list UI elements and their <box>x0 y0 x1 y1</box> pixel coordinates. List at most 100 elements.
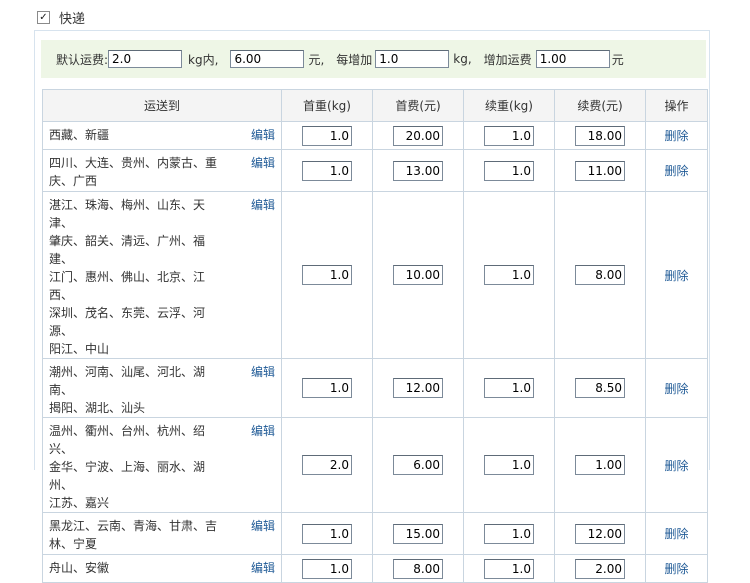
first-fee-input[interactable] <box>393 455 443 475</box>
first-fee-input[interactable] <box>393 265 443 285</box>
add-weight-cell <box>463 554 555 583</box>
region-cell: 西藏、新疆 编辑 <box>42 121 282 150</box>
each-add-label: 每增加 <box>336 52 373 67</box>
table-row: 温州、衢州、台州、杭州、绍兴、金华、宁波、上海、丽水、湖州、江苏、嘉兴 编辑删除 <box>42 417 708 513</box>
add-fee-input[interactable] <box>575 265 625 285</box>
first-weight-input[interactable] <box>302 125 352 146</box>
add-fee-input[interactable] <box>575 160 625 181</box>
add-weight-input[interactable] <box>484 160 534 181</box>
edit-link[interactable]: 编辑 <box>251 126 275 144</box>
add-weight-input[interactable] <box>484 523 534 544</box>
first-weight-input[interactable] <box>302 160 352 181</box>
express-option: ✓ 快递 <box>37 8 85 27</box>
default-add-weight-input[interactable] <box>375 50 450 68</box>
default-first-weight-input[interactable] <box>108 50 183 68</box>
add-weight-input[interactable] <box>484 558 534 579</box>
region-line: 四川、大连、贵州、内蒙古、重 <box>49 156 218 170</box>
region-line: 深圳、茂名、东莞、云浮、河源、 <box>49 306 206 338</box>
header-first-weight: 首重(kg) <box>281 89 373 122</box>
region-list: 温州、衢州、台州、杭州、绍兴、 金华、宁波、上海、丽水、湖州、 江苏、嘉兴 <box>43 418 225 512</box>
table-row: 舟山、安徽 编辑 删除 <box>42 554 708 583</box>
first-weight-input[interactable] <box>302 523 352 544</box>
region-cell: 温州、衢州、台州、杭州、绍兴、 金华、宁波、上海、丽水、湖州、 江苏、嘉兴 编辑 <box>42 417 282 513</box>
first-fee-cell <box>372 358 464 418</box>
operation-cell: 删除 <box>645 121 708 150</box>
first-weight-cell <box>281 512 373 555</box>
add-weight-input[interactable] <box>484 378 534 398</box>
shipping-rates-table: 运送到 首重(kg) 首费(元) 续重(kg) 续费(元) 操作 西藏、新疆 编辑… <box>42 89 708 583</box>
first-fee-input[interactable] <box>393 523 443 544</box>
delete-link[interactable]: 删除 <box>664 129 688 143</box>
operation-cell: 删除 <box>645 554 708 583</box>
add-weight-input[interactable] <box>484 455 534 475</box>
default-first-fee-input[interactable] <box>230 50 305 68</box>
add-weight-input[interactable] <box>484 265 534 285</box>
region-line: 湛江、珠海、梅州、山东、天津、 <box>49 198 206 230</box>
delete-link[interactable]: 删除 <box>664 269 688 283</box>
add-fee-input[interactable] <box>575 455 625 475</box>
delete-link[interactable]: 删除 <box>664 459 688 473</box>
first-fee-cell <box>372 554 464 583</box>
table-row: 湛江、珠海、梅州、山东、天津、 肇庆、韶关、清远、广州、福建、 江门、惠州、佛山、北… <box>42 191 708 359</box>
delete-link[interactable]: 删除 <box>664 562 688 576</box>
region-line: 阳江、中山 <box>49 342 110 356</box>
operation-cell: 删除 <box>645 512 708 555</box>
add-weight-input[interactable] <box>484 125 534 146</box>
first-weight-input[interactable] <box>302 558 352 579</box>
add-weight-cell <box>463 417 555 513</box>
operation-cell: 删除 <box>645 358 708 418</box>
unit-kg-within: kg内, <box>188 52 219 67</box>
region-line: 江门、惠州、佛山、北京、江西、 <box>49 270 206 302</box>
table-row: 潮州、河南、汕尾、河北、湖南、揭阳、湖北、汕头 编辑删除 <box>42 358 708 418</box>
add-fee-cell <box>554 149 646 192</box>
header-ship-to: 运送到 <box>42 89 282 122</box>
first-fee-cell <box>372 149 464 192</box>
edit-link[interactable]: 编辑 <box>251 154 275 172</box>
add-fee-input[interactable] <box>575 523 625 544</box>
first-weight-cell <box>281 191 373 359</box>
default-fee-row: 默认运费: kg内, 元, 每增加 kg, 增加运费 元 <box>41 40 706 78</box>
region-line: 江苏、嘉兴 <box>49 496 110 510</box>
edit-link[interactable]: 编辑 <box>251 422 275 440</box>
edit-link[interactable]: 编辑 <box>251 559 275 577</box>
first-weight-input[interactable] <box>302 378 352 398</box>
header-first-fee: 首费(元) <box>372 89 464 122</box>
delete-link[interactable]: 删除 <box>664 527 688 541</box>
edit-link[interactable]: 编辑 <box>251 517 275 535</box>
header-add-fee: 续费(元) <box>554 89 646 122</box>
edit-link[interactable]: 编辑 <box>251 363 275 381</box>
region-list: 湛江、珠海、梅州、山东、天津、 肇庆、韶关、清远、广州、福建、 江门、惠州、佛山、北… <box>43 192 225 358</box>
region-list: 舟山、安徽 <box>43 555 225 577</box>
region-line: 肇庆、韶关、清远、广州、福建、 <box>49 234 206 266</box>
first-weight-cell <box>281 149 373 192</box>
region-line: 金华、宁波、上海、丽水、湖州、 <box>49 460 206 492</box>
delete-link[interactable]: 删除 <box>664 382 688 396</box>
first-fee-input[interactable] <box>393 160 443 181</box>
add-weight-cell <box>463 149 555 192</box>
first-fee-input[interactable] <box>393 125 443 146</box>
add-fee-input[interactable] <box>575 558 625 579</box>
add-fee-cell <box>554 417 646 513</box>
table-row: 四川、大连、贵州、内蒙古、重庆、广西 编辑 删除 <box>42 149 708 192</box>
add-weight-cell <box>463 191 555 359</box>
edit-link[interactable]: 编辑 <box>251 196 275 214</box>
operation-cell: 删除 <box>645 149 708 192</box>
region-list: 西藏、新疆 <box>43 122 225 144</box>
first-weight-input[interactable] <box>302 265 352 285</box>
region-cell: 四川、大连、贵州、内蒙古、重 庆、广西 编辑 <box>42 149 282 192</box>
first-fee-input[interactable] <box>393 558 443 579</box>
region-line: 林、宁夏 <box>49 537 98 551</box>
add-fee-cell <box>554 358 646 418</box>
first-weight-input[interactable] <box>302 455 352 475</box>
region-line: 黑龙江、云南、青海、甘肃、吉 <box>49 519 218 533</box>
region-cell: 舟山、安徽 编辑 <box>42 554 282 583</box>
add-fee-cell <box>554 554 646 583</box>
express-checkbox[interactable]: ✓ <box>37 10 50 24</box>
add-fee-cell <box>554 121 646 150</box>
add-fee-input[interactable] <box>575 125 625 146</box>
delete-link[interactable]: 删除 <box>664 164 688 178</box>
first-fee-input[interactable] <box>393 378 443 398</box>
default-add-fee-input[interactable] <box>535 50 610 68</box>
operation-cell: 删除 <box>645 417 708 513</box>
add-fee-input[interactable] <box>575 378 625 398</box>
